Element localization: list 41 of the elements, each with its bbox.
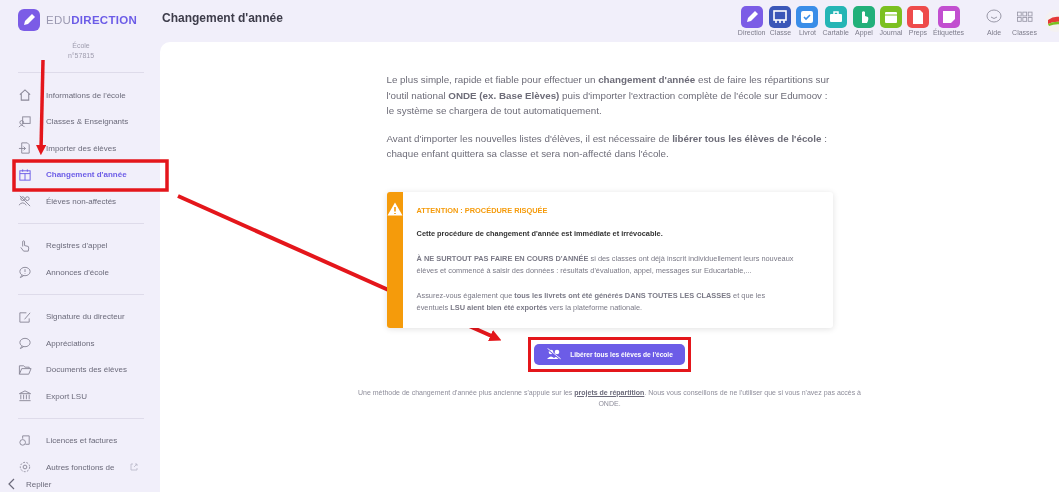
- pencil-icon: [740, 6, 763, 28]
- briefcase-icon: [824, 6, 847, 28]
- sidebar-item[interactable]: Licences et factures: [18, 427, 144, 454]
- signature-icon: [18, 309, 32, 324]
- sidebar-item[interactable]: Annonces d'école: [18, 259, 144, 286]
- page-title: Changement d'année: [162, 11, 284, 27]
- folder-icon: [18, 362, 32, 377]
- checkbox-icon: [796, 6, 819, 28]
- teacher-board-icon: [18, 114, 32, 129]
- collapse-button[interactable]: Replier: [8, 478, 52, 490]
- sidebar-item[interactable]: Importer des élèves: [18, 135, 144, 162]
- calendar-icon: [18, 167, 32, 182]
- hand-icon: [852, 6, 875, 28]
- bank-icon: [18, 389, 32, 404]
- home-icon: [18, 88, 32, 103]
- sidebar-item[interactable]: Documents des élèves: [18, 356, 144, 383]
- intro-paragraph: Avant d'importer les nouvelles listes d'élèves, il est nécessaire de libérer tous les élèves de l'école : chaque enfant quittera sa classe et sera non-affecté dans l'école.: [386, 131, 828, 161]
- document-icon: [906, 6, 929, 28]
- users-crossed-icon: [18, 194, 32, 209]
- sticky-note-icon: [937, 6, 960, 28]
- chevron-left-icon: [8, 478, 16, 490]
- file-import-icon: [18, 141, 32, 156]
- speech-bubble-icon: [18, 336, 32, 351]
- sidebar-item[interactable]: Registres d'appel: [18, 232, 144, 259]
- logo-icon: [18, 9, 40, 31]
- speech-alert-icon: [18, 265, 32, 280]
- intro-paragraph: Le plus simple, rapide et fiable pour effectuer un changement d'année est de faire les répartitions sur l'outil national ONDE (ex. Base Elèves) puis d'importer l'extraction complète de l'école sur Edumoov : le système se chargera de tout automatiquement.: [386, 73, 831, 118]
- sidebar-item[interactable]: Changement d'année: [18, 161, 144, 188]
- external-link-icon: [130, 463, 138, 472]
- sidebar-item[interactable]: Autres fonctions de: [18, 454, 144, 481]
- grid-icon: [1016, 11, 1033, 23]
- sidebar-item[interactable]: Appréciations: [18, 330, 144, 357]
- sidebar-item[interactable]: Export LSU: [18, 383, 144, 410]
- sidebar-item[interactable]: Signature du directeur: [18, 303, 144, 330]
- calendar-icon: [879, 6, 902, 28]
- board-icon: [769, 6, 792, 28]
- sidebar-item[interactable]: Classes & Enseignants: [18, 108, 144, 135]
- brand-name: EDUDIRECTION: [46, 14, 138, 26]
- sidebar-item[interactable]: Informations de l'école: [18, 82, 144, 109]
- users-crossed-icon: [546, 348, 563, 360]
- sidebar-item[interactable]: Élèves non-affectés: [18, 188, 144, 215]
